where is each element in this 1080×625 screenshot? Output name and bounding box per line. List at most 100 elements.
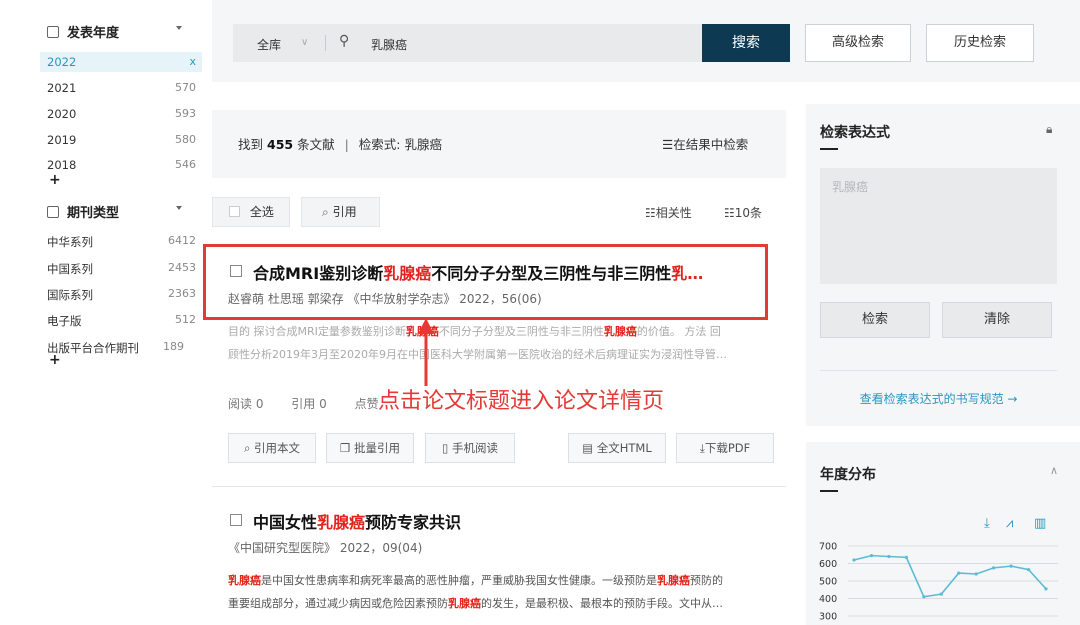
- data-point[interactable]: [1026, 568, 1031, 572]
- batch-cite-button[interactable]: ❐ 批量引用: [326, 433, 414, 463]
- cite-label: 引用: [332, 205, 357, 219]
- facet-journal-type-header[interactable]: 期刊类型: [47, 202, 202, 222]
- data-point[interactable]: [939, 592, 943, 596]
- scope-select[interactable]: 全库: [257, 36, 281, 53]
- facet-pub-year-header[interactable]: 发表年度: [47, 22, 202, 42]
- panel-title: 年度分布: [820, 467, 876, 483]
- caret-down-icon: [176, 26, 182, 30]
- abstract-highlight: 乳腺癌: [228, 574, 261, 587]
- chevron-down-icon[interactable]: ∨: [301, 37, 308, 48]
- per-page-button[interactable]: ☷10条: [724, 204, 762, 221]
- data-point[interactable]: [922, 595, 926, 599]
- title-text: 预防专家共识: [365, 513, 462, 532]
- result-stats: 阅读 0 引用 0 点赞: [228, 395, 379, 412]
- caret-down-icon: [176, 206, 182, 210]
- title-highlight: 乳腺癌: [317, 513, 366, 532]
- result-title-link[interactable]: 中国女性乳腺癌预防专家共识: [253, 509, 753, 533]
- result-checkbox[interactable]: [230, 514, 242, 526]
- expression-search-button[interactable]: 检索: [820, 302, 930, 338]
- data-point[interactable]: [887, 554, 891, 559]
- abstract-text: 是中国女性患病率和病死率最高的恶性肿瘤，严重威胁我国女性健康。一级预防是: [261, 574, 657, 587]
- data-point[interactable]: [974, 572, 978, 576]
- abstract-text: 重要组成部分，通过减少病因或危险因素预防: [228, 597, 448, 610]
- abstract-text: 的价值。 方法 回: [636, 325, 721, 338]
- remove-filter-icon[interactable]: x: [189, 55, 196, 68]
- expression-textarea[interactable]: 乳腺癌: [820, 168, 1057, 284]
- cite-this-button[interactable]: ⌕ 引用本文: [228, 433, 316, 463]
- facet-item-dianziban[interactable]: 电子版 512: [40, 310, 202, 330]
- facet-item-2019[interactable]: 2019 580: [40, 130, 202, 150]
- fulltext-html-button[interactable]: ▤ 全文HTML: [568, 433, 666, 463]
- cite-button[interactable]: ⌕ 引用: [301, 197, 380, 227]
- advanced-search-button[interactable]: 高级检索: [805, 24, 911, 62]
- select-all-button[interactable]: 全选: [212, 197, 290, 227]
- sort-relevance-button[interactable]: ☷相关性: [645, 204, 692, 221]
- divider: [212, 486, 786, 487]
- panel-title: 检索表达式: [820, 125, 890, 141]
- sliders-icon: ☷: [645, 206, 656, 220]
- abstract-highlight: 乳腺癌: [448, 597, 481, 610]
- document-icon: ▤: [582, 441, 597, 455]
- facet-item-count: 580: [175, 133, 196, 146]
- facet-item-count: 593: [175, 107, 196, 120]
- syntax-help-link[interactable]: 查看检索表达式的书写规范 →: [820, 390, 1057, 407]
- result-abstract: 乳腺癌是中国女性患病率和病死率最高的恶性肿瘤，严重威胁我国女性健康。一级预防是乳…: [228, 569, 778, 615]
- abstract-text: 预防的: [690, 574, 723, 587]
- data-point[interactable]: [869, 554, 874, 558]
- download-icon[interactable]: ⤓: [984, 516, 990, 531]
- book-icon: [47, 206, 59, 218]
- action-label: 全文HTML: [596, 441, 652, 455]
- filter-sidebar: 发表年度 2022 x 2021 570 2020 593 2019 580 2…: [0, 0, 210, 625]
- search-within-results-button[interactable]: ☰在结果中检索: [662, 134, 748, 153]
- facet-item-count: 2363: [168, 287, 196, 300]
- facet-item-label: 中华系列: [47, 235, 93, 249]
- facet-item-count: 512: [175, 313, 196, 326]
- facet-item-label: 2022: [47, 55, 77, 69]
- facet-item-label: 电子版: [47, 314, 82, 328]
- select-all-label: 全选: [249, 205, 274, 219]
- facet-item-2022[interactable]: 2022 x: [40, 52, 202, 72]
- result-summary: 找到 455 条文献 | 检索式: 乳腺癌 ☰在结果中检索: [212, 110, 786, 178]
- search-expression-panel: 检索表达式 🔒︎ 乳腺癌 查看检索表达式的书写规范 →: [806, 104, 1080, 426]
- data-point[interactable]: [1009, 564, 1013, 568]
- facet-item-2021[interactable]: 2021 570: [40, 78, 202, 98]
- data-point[interactable]: [992, 566, 996, 570]
- facet-item-count: 6412: [168, 234, 196, 247]
- search-input[interactable]: 乳腺癌: [371, 36, 671, 53]
- phone-icon: ▯: [442, 441, 452, 455]
- result-meta: 《中国研究型医院》 2022，09(04): [228, 541, 423, 555]
- action-label: 手机阅读: [451, 441, 498, 455]
- found-prefix: 找到: [238, 137, 264, 152]
- history-search-button[interactable]: 历史检索: [926, 24, 1034, 62]
- result-count-line: 找到 455 条文献 | 检索式: 乳腺癌: [238, 134, 442, 153]
- facet-item-zhonghua[interactable]: 中华系列 6412: [40, 231, 202, 251]
- data-point[interactable]: [957, 571, 961, 575]
- mobile-read-button[interactable]: ▯ 手机阅读: [425, 433, 515, 463]
- facet-item-zhongguo[interactable]: 中国系列 2453: [40, 258, 202, 278]
- abstract-highlight: 乳腺癌: [657, 574, 690, 587]
- facet-item-guoji[interactable]: 国际系列 2363: [40, 284, 202, 304]
- line-chart-icon[interactable]: ⩘: [1006, 516, 1013, 531]
- facet-item-label: 2018: [47, 158, 77, 172]
- download-pdf-button[interactable]: ⤓下载PDF: [676, 433, 774, 463]
- data-point[interactable]: [1044, 587, 1048, 591]
- expression-clear-button[interactable]: 清除: [942, 302, 1052, 338]
- collapse-icon[interactable]: ∧: [1050, 464, 1058, 477]
- series-line: [853, 554, 1047, 598]
- facet-item-2020[interactable]: 2020 593: [40, 104, 202, 124]
- lock-icon[interactable]: 🔒︎: [1046, 122, 1052, 137]
- facet-item-platform[interactable]: 出版平台合作期刊 189: [40, 337, 202, 357]
- expand-more-years-button[interactable]: +: [49, 172, 61, 188]
- data-point[interactable]: [852, 558, 856, 562]
- facet-item-2018[interactable]: 2018 546: [40, 155, 202, 175]
- abstract-text: 的发生，是最积极、最根本的预防手段。文中从…: [481, 597, 723, 610]
- action-label: 下载PDF: [704, 441, 751, 455]
- search-expression: 检索式: 乳腺癌: [358, 137, 442, 152]
- sort-label: 相关性: [655, 206, 692, 220]
- bar-chart-icon[interactable]: ▥: [1034, 516, 1046, 531]
- abstract-text: 顾性分析2019年3月至2020年9月在中国医科大学附属第一医院收治的经术后病理…: [228, 348, 727, 361]
- data-point[interactable]: [904, 555, 908, 559]
- expand-more-types-button[interactable]: +: [49, 352, 61, 368]
- cite-count: 引用 0: [291, 397, 327, 411]
- search-button[interactable]: 搜索: [702, 24, 790, 62]
